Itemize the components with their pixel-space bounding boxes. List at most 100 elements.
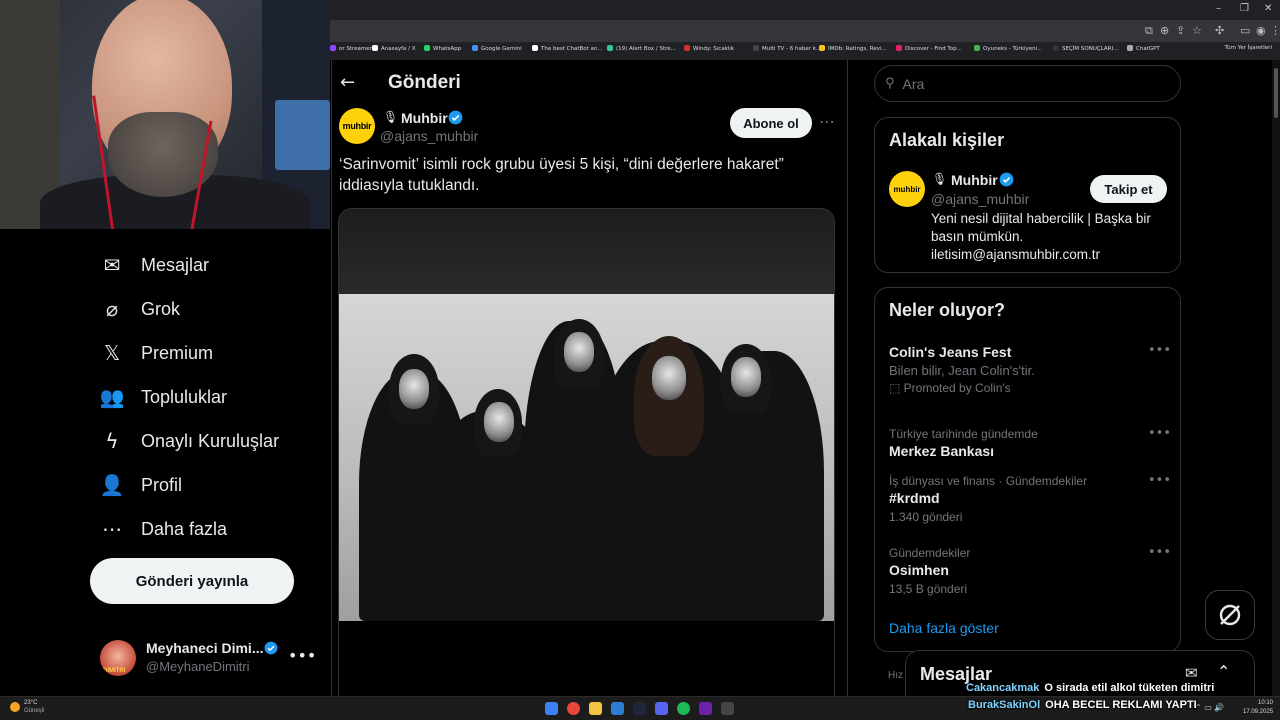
bookmark-star-icon[interactable]: ☆ xyxy=(1192,24,1202,37)
scrollbar[interactable] xyxy=(1272,60,1280,696)
more-icon[interactable]: ⋯ xyxy=(819,112,835,131)
more-icon[interactable]: ••• xyxy=(288,646,316,665)
search-icon: ⚲ xyxy=(885,76,895,91)
trend-item[interactable]: Gündemdekiler Osimhen 13,5 B gönderi ••• xyxy=(889,545,1171,598)
bookmark-item[interactable]: Windy: Sıcaklık xyxy=(684,45,734,52)
bookmark-item[interactable]: Multi TV - 6 haber k... xyxy=(753,45,821,52)
discord-icon[interactable] xyxy=(655,702,668,715)
screenshot-icon[interactable]: ⧉ xyxy=(1145,24,1153,38)
bookmark-label: ChatGPT xyxy=(1136,46,1160,52)
trend-meta: Türkiye tarihinde gündemde xyxy=(889,427,1038,441)
bookmark-favicon-icon xyxy=(372,45,378,51)
related-people-card: Alakalı kişiler muhbir 🎙 Muhbir @ajans_m… xyxy=(874,117,1181,273)
zoom-icon[interactable]: ⊕ xyxy=(1160,24,1169,37)
bookmark-label: WhatsApp xyxy=(433,46,462,52)
expand-icon[interactable]: ⌃ xyxy=(1217,662,1230,681)
nav-item-onaylı-kuruluşlar[interactable]: ϟ Onaylı Kuruluşlar xyxy=(100,426,279,456)
weather-widget[interactable]: 23°C Güneşli xyxy=(6,699,66,719)
folder-icon[interactable] xyxy=(589,702,602,715)
related-name[interactable]: Muhbir xyxy=(951,172,998,188)
bookmark-item[interactable]: Anasayfa / X xyxy=(372,45,416,52)
bookmark-item[interactable]: or Streamers xyxy=(330,45,375,52)
app-icon[interactable] xyxy=(721,702,734,715)
app-icon[interactable] xyxy=(699,702,712,715)
bookmark-item[interactable]: WhatsApp xyxy=(424,45,461,52)
chrome-icon[interactable] xyxy=(567,702,580,715)
clock-date: 17.09.2025 xyxy=(1243,709,1274,715)
trend-item[interactable]: Türkiye tarihinde gündemde Merkez Bankası… xyxy=(889,426,1171,461)
subscribe-button[interactable]: Abone ol xyxy=(730,108,812,138)
chat-user: Cakancakmak xyxy=(966,682,1040,694)
bookmark-favicon-icon xyxy=(472,45,478,51)
tab-search-icon[interactable]: ▭ xyxy=(1240,24,1250,37)
search-box[interactable]: ⚲ Ara xyxy=(874,65,1181,102)
search-input[interactable]: Ara xyxy=(903,76,925,92)
more-icon[interactable]: ••• xyxy=(1148,426,1171,441)
back-arrow-icon[interactable]: ← xyxy=(340,72,355,93)
lightning-icon: ϟ xyxy=(105,429,119,453)
author-avatar[interactable]: muhbir xyxy=(339,108,375,144)
follow-button[interactable]: Takip et xyxy=(1090,175,1167,203)
bookmark-label: Anasayfa / X xyxy=(381,46,416,52)
bookmark-item[interactable]: Google Gemini xyxy=(472,45,522,52)
related-avatar[interactable]: muhbir xyxy=(889,171,925,207)
post-button[interactable]: Gönderi yayınla xyxy=(90,558,294,604)
menu-icon[interactable]: ⋮ xyxy=(1270,24,1280,37)
x-logo-icon: 𝕏 xyxy=(103,341,121,365)
grok-icon: ⌀ xyxy=(105,297,119,321)
author-handle[interactable]: @ajans_muhbir xyxy=(380,128,478,144)
steam-icon[interactable] xyxy=(633,702,646,715)
account-switcher[interactable]: DIMITRI Meyhaneci Dimi... @MeyhaneDimitr… xyxy=(100,636,316,680)
trend-item[interactable]: Colin's Jeans Fest Bilen bilir, Jean Coli… xyxy=(889,343,1171,396)
author-name[interactable]: Muhbir xyxy=(401,110,448,126)
compose-message-icon[interactable]: ✉ xyxy=(1185,664,1198,682)
more-icon[interactable]: ••• xyxy=(1148,545,1171,560)
nav-item-premium[interactable]: 𝕏 Premium xyxy=(100,338,213,368)
clock-time: 10:10 xyxy=(1257,700,1273,706)
bookmark-item[interactable]: IMDb: Ratings, Revi... xyxy=(819,45,887,52)
all-bookmarks-link[interactable]: Tüm Yer İşaretleri xyxy=(1225,45,1272,51)
related-handle[interactable]: @ajans_muhbir xyxy=(931,191,1029,207)
screen: – ❐ ✕ ⧉ ⊕ ⇪ ☆ ✣ ▭ ◉ ⋮ or Streamers Anasay… xyxy=(0,0,1280,720)
post-image[interactable] xyxy=(338,208,835,696)
start-icon[interactable] xyxy=(545,702,558,715)
system-tray[interactable]: ⌃ ▭ 🔊 xyxy=(1195,703,1224,712)
nav-item-label: Onaylı Kuruluşlar xyxy=(141,430,280,451)
more-icon[interactable]: ••• xyxy=(1148,343,1171,358)
trend-item[interactable]: İş dünyası ve finans · Gündemdekiler #krd… xyxy=(889,473,1171,526)
trend-name: #krdmd xyxy=(889,490,940,506)
clock[interactable]: 10:10 17.09.2025 xyxy=(1243,699,1273,717)
chat-line: BurakSakinOl OHA BECEL REKLAMI YAPTI xyxy=(968,699,1197,711)
grok-button[interactable] xyxy=(1205,590,1255,640)
app-icon[interactable] xyxy=(611,702,624,715)
bookmark-item[interactable]: (19) Alert Box / Stre... xyxy=(607,45,676,52)
bookmark-item[interactable]: SEÇİM SONUÇLARI... xyxy=(1053,45,1118,52)
profile-icon[interactable]: ◉ xyxy=(1256,24,1266,37)
extensions-icon[interactable]: ✣ xyxy=(1215,24,1224,37)
share-icon[interactable]: ⇪ xyxy=(1176,24,1185,37)
nav-item-topluluklar[interactable]: 👥 Topluluklar xyxy=(99,382,228,412)
nav-item-mesajlar[interactable]: ✉ Mesajlar xyxy=(100,250,209,280)
more-icon[interactable]: ••• xyxy=(1148,473,1171,488)
bookmark-favicon-icon xyxy=(424,45,430,51)
show-more-link[interactable]: Daha fazla göster xyxy=(889,620,999,636)
nav-item-grok[interactable]: ⌀ Grok xyxy=(100,294,180,324)
minimize-button[interactable]: – xyxy=(1216,3,1221,14)
scrollbar-thumb[interactable] xyxy=(1274,68,1278,118)
chat-user: BurakSakinOl xyxy=(968,699,1041,711)
spotify-icon[interactable] xyxy=(677,702,690,715)
bookmark-item[interactable]: The best ChatBot an... xyxy=(532,45,603,52)
communities-icon: 👥 xyxy=(99,385,125,409)
main-column: ← Gönderi muhbir 🎙 Muhbir @ajans_muhbir … xyxy=(331,60,848,696)
nav-item-daha-fazla[interactable]: ⋯ Daha fazla xyxy=(100,514,227,544)
bookmark-item[interactable]: Oyuneks - Türkiyeni... xyxy=(974,45,1042,52)
bookmark-favicon-icon xyxy=(1127,45,1133,51)
trend-count: 1.340 gönderi xyxy=(889,510,963,524)
bookmark-item[interactable]: ChatGPT xyxy=(1127,45,1160,52)
nav-item-profil[interactable]: 👤 Profil xyxy=(100,470,182,500)
close-button[interactable]: ✕ xyxy=(1264,3,1272,14)
bookmark-label: IMDb: Ratings, Revi... xyxy=(828,46,887,52)
bookmark-favicon-icon xyxy=(819,45,825,51)
maximize-button[interactable]: ❐ xyxy=(1240,3,1249,14)
bookmark-item[interactable]: Discover - Find Top... xyxy=(896,45,962,52)
